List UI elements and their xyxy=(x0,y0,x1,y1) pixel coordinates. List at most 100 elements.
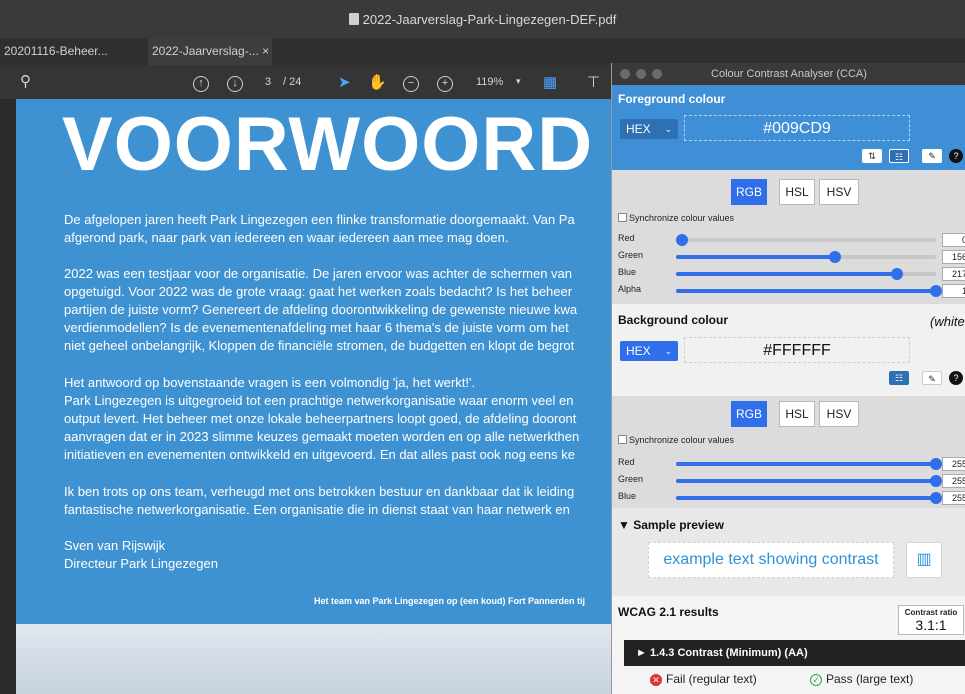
channel-label-alpha: Alpha xyxy=(618,284,642,294)
channel-value-green[interactable]: 255 xyxy=(942,474,965,488)
channel-label-green: Green xyxy=(618,250,644,260)
body-line: niet geheel onbelangrijk, Kloppen de fin… xyxy=(64,338,575,353)
select-cursor-icon[interactable]: ➤ xyxy=(338,73,351,91)
slider-knob[interactable] xyxy=(676,234,688,246)
sliders-toggle-icon[interactable]: ☷ xyxy=(889,371,909,385)
close-icon[interactable]: × xyxy=(262,44,269,58)
sample-preview-toggle[interactable]: ▼ Sample preview xyxy=(618,518,724,532)
channel-label-red: Red xyxy=(618,457,635,467)
contrast-ratio-value: 3.1:1 xyxy=(915,617,947,633)
body-line: output levert. Het beheer met onze lokal… xyxy=(64,411,577,426)
presentation-icon[interactable]: ⊤ xyxy=(587,73,600,91)
window-title: 2022-Jaarverslag-Park-Lingezegen-DEF.pdf xyxy=(0,12,965,27)
pdf-page: VOORWOORD De afgelopen jaren heeft Park … xyxy=(16,99,616,694)
eyedropper-icon[interactable]: ✎ xyxy=(922,149,942,163)
channel-value-blue[interactable]: 217 xyxy=(942,267,965,281)
format-value: HEX xyxy=(626,344,651,358)
channel-value-red[interactable]: 0 xyxy=(942,233,965,247)
body-line: Park Lingezegen is uitgegroeid tot een p… xyxy=(64,393,574,408)
page-number-input[interactable]: 3 xyxy=(265,76,271,88)
mode-rgb-tab[interactable]: RGB xyxy=(731,179,767,205)
channel-slider-red[interactable] xyxy=(676,234,936,246)
mode-hsl-tab[interactable]: HSL xyxy=(779,401,815,427)
channel-slider-blue[interactable] xyxy=(676,268,936,280)
foreground-hex-input[interactable]: #009CD9 xyxy=(684,115,910,141)
channel-slider-alpha[interactable] xyxy=(676,285,942,297)
close-window-button[interactable] xyxy=(620,69,630,79)
body-line: aanvragen dat er in 2023 slimme keuzes g… xyxy=(64,429,580,444)
foreground-panel: Foreground colour HEX ⌄ #009CD9 ⇅ ☷ ✎ ? xyxy=(612,85,965,170)
sync-checkbox[interactable]: Synchronize colour values xyxy=(618,213,734,223)
zoom-in-icon[interactable]: + xyxy=(437,73,453,92)
swap-colours-icon[interactable]: ⇅ xyxy=(862,149,882,163)
channel-value-alpha[interactable]: 1 xyxy=(942,284,965,298)
slider-knob[interactable] xyxy=(930,492,942,504)
page-down-icon[interactable]: ↓ xyxy=(227,73,243,92)
slider-fill xyxy=(676,462,936,466)
signature-title: Directeur Park Lingezegen xyxy=(64,556,218,571)
mode-hsl-tab[interactable]: HSL xyxy=(779,179,815,205)
slider-knob[interactable] xyxy=(930,475,942,487)
minimize-window-button[interactable] xyxy=(636,69,646,79)
slider-fill xyxy=(676,272,898,276)
body-line: afgerond park, naar park van iedereen en… xyxy=(64,230,509,245)
slider-fill xyxy=(676,479,936,483)
tab-beheer[interactable]: 20201116-Beheer... xyxy=(0,38,132,65)
background-hex-input[interactable]: #FFFFFF xyxy=(684,337,910,363)
tab-bar: 20201116-Beheer... 2022-Jaarverslag-... … xyxy=(0,38,965,65)
sync-label: Synchronize colour values xyxy=(629,213,735,223)
slider-knob[interactable] xyxy=(829,251,842,263)
mode-rgb-tab[interactable]: RGB xyxy=(731,401,767,427)
tab-jaarverslag[interactable]: 2022-Jaarverslag-... × xyxy=(148,38,272,65)
channel-slider-green[interactable] xyxy=(676,251,936,263)
slider-knob[interactable] xyxy=(930,285,942,297)
chart-icon[interactable]: ▥ xyxy=(906,542,942,578)
channel-value-green[interactable]: 156 xyxy=(942,250,965,264)
channel-slider-green[interactable] xyxy=(676,475,942,487)
window-title-text: 2022-Jaarverslag-Park-Lingezegen-DEF.pdf xyxy=(362,12,617,27)
slider-knob[interactable] xyxy=(891,268,904,280)
mode-hsv-tab[interactable]: HSV xyxy=(819,179,859,205)
maximize-window-button[interactable] xyxy=(652,69,662,79)
background-colour-name: (white xyxy=(930,314,965,329)
page-up-icon[interactable]: ↑ xyxy=(193,73,209,92)
sliders-toggle-icon[interactable]: ☷ xyxy=(889,149,909,163)
zoom-out-search-icon[interactable]: ⚲ xyxy=(20,72,31,90)
eyedropper-icon[interactable]: ✎ xyxy=(922,371,942,385)
channel-slider-blue[interactable] xyxy=(676,492,942,504)
tab-label: 20201116-Beheer... xyxy=(4,44,108,58)
channel-label-blue: Blue xyxy=(618,491,637,501)
contrast-ratio-label: Contrast ratio xyxy=(904,608,958,617)
cca-titlebar: Colour Contrast Analyser (CCA) xyxy=(612,63,965,85)
foreground-format-select[interactable]: HEX ⌄ xyxy=(620,119,678,139)
viewer-gutter xyxy=(0,99,16,694)
criterion-143-toggle[interactable]: ► 1.4.3 Contrast (Minimum) (AA) xyxy=(624,640,965,666)
channel-label-blue: Blue xyxy=(618,267,637,277)
zoom-out-icon[interactable]: − xyxy=(403,73,419,92)
page-total: / 24 xyxy=(283,76,302,88)
slider-knob[interactable] xyxy=(930,458,942,470)
zoom-level[interactable]: 119% xyxy=(476,76,503,88)
signature-name: Sven van Rijswijk xyxy=(64,538,166,553)
body-line: initiatieven en evenementen ontwikkeld e… xyxy=(64,447,575,462)
pass-label: Pass (large text) xyxy=(826,672,914,686)
mode-hsv-tab[interactable]: HSV xyxy=(819,401,859,427)
channel-slider-red[interactable] xyxy=(676,458,942,470)
help-icon[interactable]: ? xyxy=(949,371,963,385)
channel-value-red[interactable]: 255 xyxy=(942,457,965,471)
chevron-down-icon[interactable]: ▾ xyxy=(516,76,521,87)
help-icon[interactable]: ? xyxy=(949,149,963,163)
background-format-select[interactable]: HEX ⌄ xyxy=(620,341,678,361)
body-line: Ik ben trots op ons team, verheugd met o… xyxy=(64,484,575,499)
channel-value-blue[interactable]: 255 xyxy=(942,491,965,505)
cca-title: Colour Contrast Analyser (CCA) xyxy=(711,68,867,80)
sync-checkbox[interactable]: Synchronize colour values xyxy=(618,435,734,445)
pdf-file-icon xyxy=(348,13,359,25)
slider-fill xyxy=(676,496,936,500)
body-line: fantastische netwerkorganisatie. Een org… xyxy=(64,502,570,517)
body-line: verdienmodellen? Is de evenementenafdeli… xyxy=(64,320,569,335)
body-line: De afgelopen jaren heeft Park Lingezegen… xyxy=(64,212,575,227)
page-layout-icon[interactable]: ▦ xyxy=(543,73,557,91)
results-label: WCAG 2.1 results xyxy=(618,605,719,619)
hand-tool-icon[interactable]: ✋ xyxy=(368,73,387,91)
